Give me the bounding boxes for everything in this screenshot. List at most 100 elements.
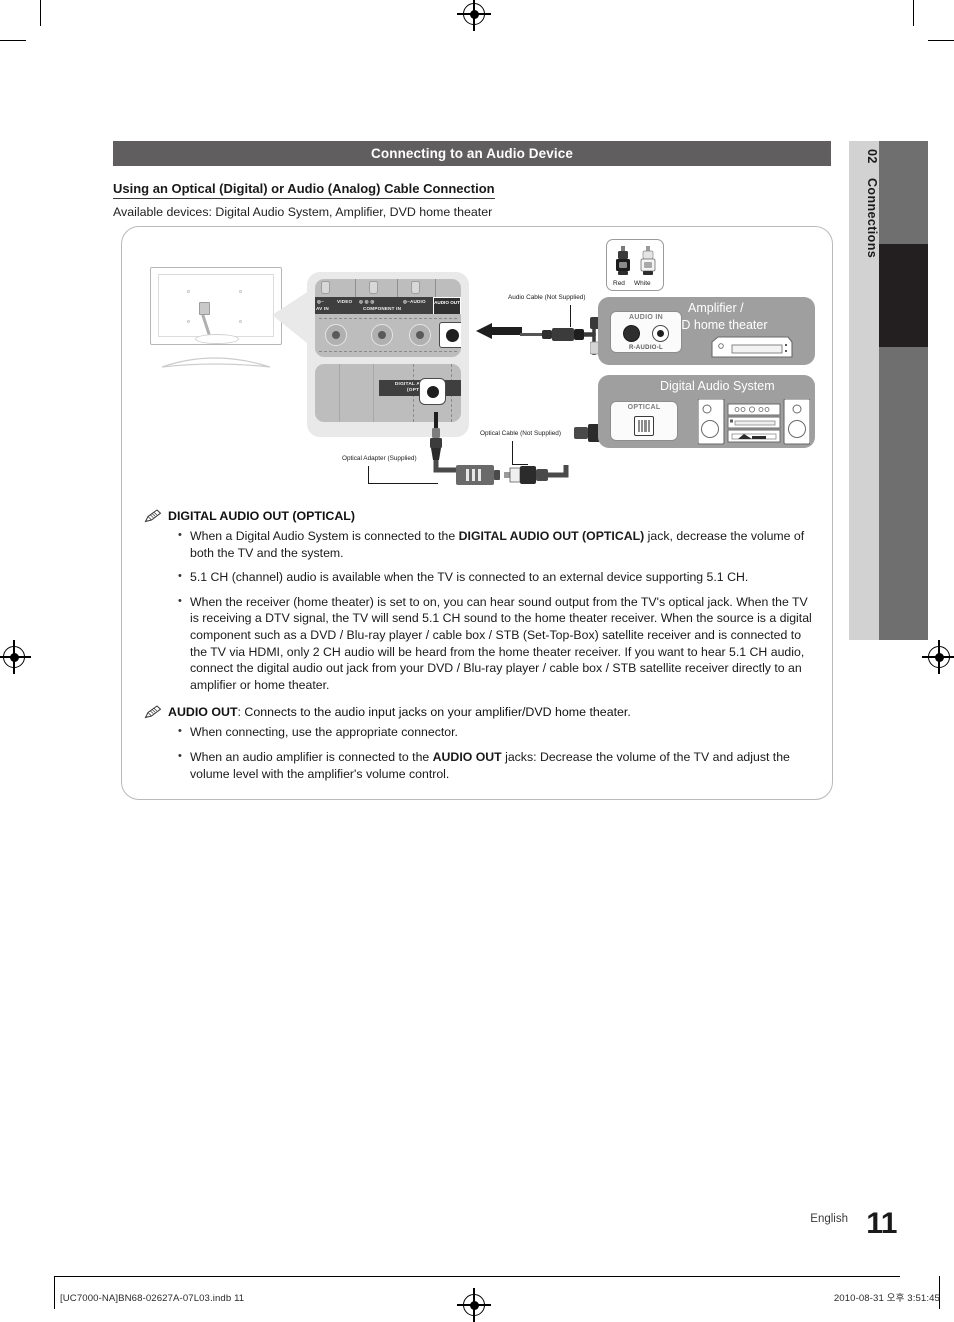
optical-cable-callout-line-v [512,441,513,465]
jack-symbol-left: ◎– [317,298,324,304]
note-bullets-digital-audio-out: When a Digital Audio System is connected… [144,527,816,694]
amplifier-title-line1: Amplifier / [688,301,744,315]
chapter-tab-label: 02 Connections [849,141,879,640]
optical-toslink-plug-near [504,447,574,490]
audio-system-illustration [697,398,811,450]
tv-mount-dot [239,320,242,323]
digital-audio-system-title: Digital Audio System [660,379,775,393]
label-audio-out: AUDIO OUT [434,299,460,305]
registration-mark-left [0,640,31,674]
crop-mark-top-left-v [40,0,42,26]
tv-neck [195,334,239,344]
crop-mark-top-right-v [913,0,915,26]
panel-divider [373,364,374,422]
list-item: When the receiver (home theater) is set … [178,593,816,694]
tv-screen [150,267,282,345]
component-jack [409,324,431,346]
amplifier-device-panel: Amplifier / DVD home theater AUDIO IN R-… [598,297,815,365]
amplifier-audio-in-jackbox: AUDIO IN R-AUDIO-L [610,311,682,353]
panel-screw [369,281,378,294]
av-in-jack [325,324,347,346]
chapter-number: 02 [865,149,879,164]
footer-tick-left [54,1276,55,1309]
note-heading-audio-out: AUDIO OUT: Connects to the audio input j… [144,705,816,719]
page-number: 11 [866,1207,897,1240]
note-heading-text: AUDIO OUT [168,705,238,720]
tv-mount-dot [187,320,190,323]
panel-divider [355,279,356,297]
optical-adapter-callout-line-v [368,466,369,484]
panel-dash-line [319,318,457,319]
section-header-title: Connecting to an Audio Device [371,146,573,161]
audio-out-jack [439,322,461,348]
label-audio: AUDIO [410,298,426,304]
note-bullets-audio-out: When connecting, use the appropriate con… [144,723,816,782]
audio-cable-callout-line [570,305,571,327]
crop-mark-top-right-h [928,40,954,42]
legend-red-plug-icon [615,246,631,281]
crop-mark-top-left-h [0,40,26,42]
legend-label-red: Red [613,280,625,287]
optical-cable-callout: Optical Cable (Not Supplied) [480,430,561,437]
audio-cable-callout: Audio Cable (Not Supplied) [508,294,586,301]
panel-divider [435,279,436,297]
panel-screw [321,281,330,294]
panel-divider [397,279,398,297]
jack-symbol-y: ◎ ◎ ◎ [359,298,375,304]
tv-mount-dot [187,290,190,293]
amplifier-jack-left [652,325,669,342]
note-pen-icon [144,509,162,523]
connection-diagram: VIDEO AV IN COMPONENT IN AUDIO ◎ ◎ ◎ ◎– … [122,227,834,497]
optical-in-port [634,416,654,436]
tv-rear-panel-upper: VIDEO AV IN COMPONENT IN AUDIO ◎ ◎ ◎ ◎– … [315,279,461,357]
optical-adapter-callout-line-h [368,483,438,484]
chapter-tab-strip-bottom [879,347,928,640]
digital-audio-system-panel: Digital Audio System OPTICAL [598,375,815,448]
tv-stand [156,347,276,369]
note-pen-icon [144,705,162,719]
label-av-in: AV IN [316,306,329,311]
optical-in-jackbox: OPTICAL [610,401,678,441]
optical-out-jack [419,378,446,405]
registration-mark-bottom [457,1288,491,1322]
amplifier-audio-in-caption: AUDIO IN [629,314,663,321]
legend-white-plug-icon [640,246,656,281]
label-component-in: COMPONENT IN [363,306,402,311]
panel-divider [339,364,340,422]
optical-cable-callout-line-h [512,464,528,465]
tv-screen-inner [158,274,274,337]
label-video: VIDEO [337,298,353,304]
note-heading-tail: : Connects to the audio input jacks on y… [237,705,631,720]
footer-rule [54,1276,900,1277]
chapter-title: Connections [865,177,879,258]
page-language-label: English [810,1213,848,1225]
note-heading-digital-audio-out: DIGITAL AUDIO OUT (OPTICAL) [144,509,816,523]
tv-jack-block [199,302,210,315]
manual-page: Connecting to an Audio Device Using an O… [0,0,954,1322]
footer-file-reference: [UC7000-NA]BN68-02627A-07L03.indb 11 [60,1293,245,1304]
subheading: Using an Optical (Digital) or Audio (Ana… [113,181,495,199]
content-box: VIDEO AV IN COMPONENT IN AUDIO ◎ ◎ ◎ ◎– … [121,226,833,800]
registration-mark-right [922,640,954,674]
plug-color-legend: Red White [606,239,664,291]
amplifier-unit-illustration [708,334,794,365]
panel-screw-row [315,279,461,297]
panel-screw [411,281,420,294]
panel-jack-row [315,321,461,355]
registration-mark-top [457,0,491,31]
component-jack [371,324,393,346]
list-item: When a Digital Audio System is connected… [178,527,816,561]
footer-timestamp: 2010-08-31 오후 3:51:45 [833,1293,940,1304]
amplifier-audio-in-sub: R-AUDIO-L [628,345,664,351]
legend-label-white: White [634,280,651,287]
optical-in-caption: OPTICAL [627,404,661,411]
section-header-bar: Connecting to an Audio Device [113,141,831,166]
list-item: When an audio amplifier is connected to … [178,748,816,782]
notes-section: DIGITAL AUDIO OUT (OPTICAL) When a Digit… [144,509,816,794]
list-item: 5.1 CH (channel) audio is available when… [178,568,816,586]
note-heading-text: DIGITAL AUDIO OUT (OPTICAL) [168,509,355,523]
jack-symbol-right: ◎– [403,298,410,304]
list-item: When connecting, use the appropriate con… [178,723,816,741]
chapter-tab-strip-top [879,141,928,244]
audio-connect-arrow [474,323,522,344]
